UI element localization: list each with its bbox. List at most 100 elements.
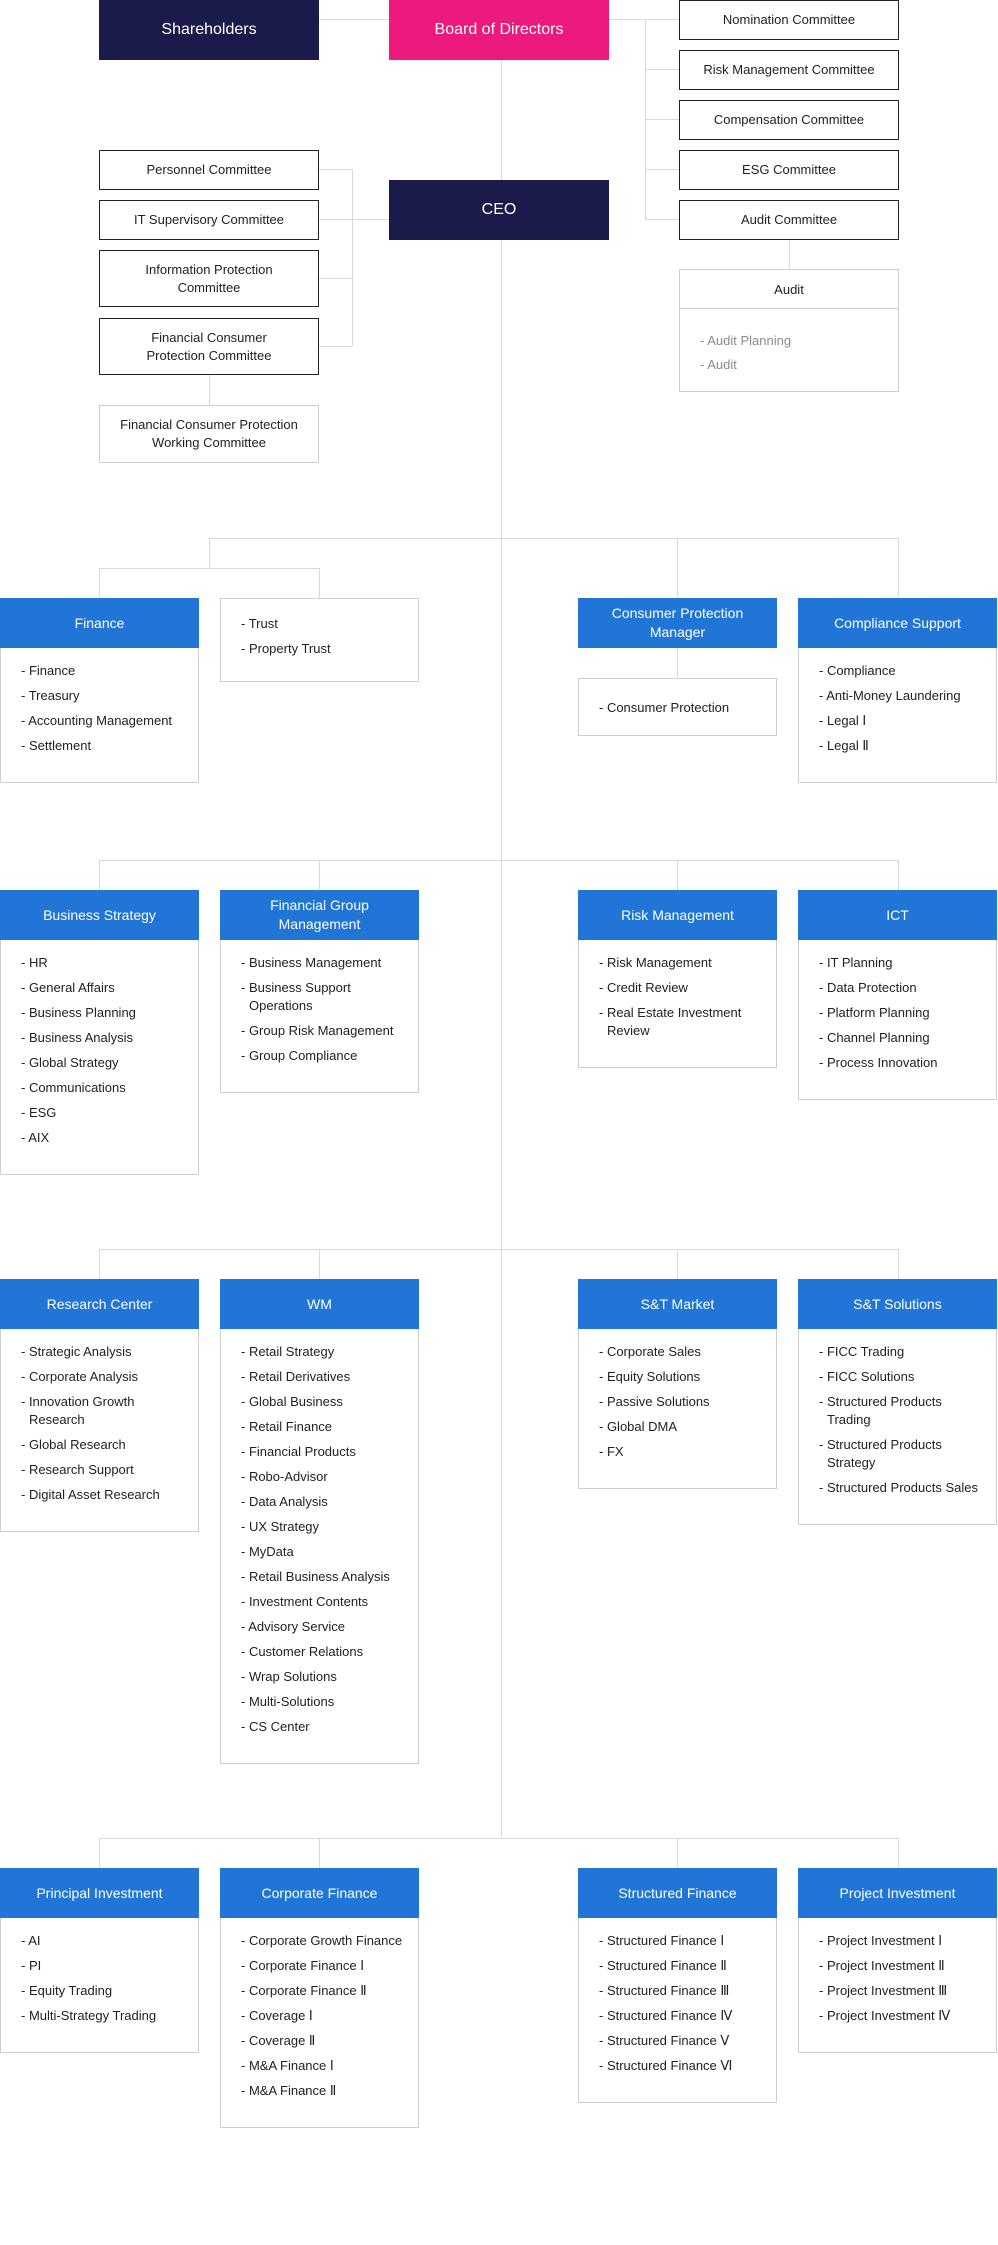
department-title: Principal Investment [0, 1868, 199, 1918]
department-finance[interactable]: Finance - Finance - Treasury - Accounting M… [0, 598, 199, 783]
unit-item: - Corporate Finance Ⅰ [241, 1958, 365, 1973]
department-title: Corporate Finance [220, 1868, 419, 1918]
connector-shareholders-board [319, 19, 389, 20]
board-of-directors-box[interactable]: Board of Directors [389, 0, 609, 60]
connector-row1-drop [319, 568, 320, 598]
personnel-committee[interactable]: Personnel Committee [99, 150, 319, 190]
unit-item: - Equity Trading [21, 1983, 113, 1998]
department-unit-list: - Corporate Growth Finance - Corporate Fi… [221, 1918, 418, 2127]
unit-item: - Accounting Management [21, 713, 173, 728]
department-business-strategy[interactable]: Business Strategy - HR - General Affairs - … [0, 890, 199, 1175]
unit-item: - Retail Strategy [241, 1344, 335, 1359]
unit-item: - Structured Finance Ⅰ [599, 1933, 725, 1948]
connector-working-committee [209, 375, 210, 405]
unit-item: - Global DMA [599, 1419, 678, 1434]
unit-item: - Settlement [21, 738, 92, 753]
unit-item: - Strategic Analysis [21, 1344, 132, 1359]
department-project-investment[interactable]: Project Investment - Project Investment Ⅰ… [798, 1868, 997, 2053]
ceo-box[interactable]: CEO [389, 180, 609, 240]
department-ict[interactable]: ICT - IT Planning - Data Protection - Platf… [798, 890, 997, 1100]
financial-consumer-protection-committee[interactable]: Financial Consumer Protection Committee [99, 318, 319, 375]
connector-row1-bus [209, 538, 898, 539]
department-unit-list: - Business Management - Business Support … [221, 940, 418, 1092]
audit-committee[interactable]: Audit Committee [679, 200, 899, 240]
unit-item: - Consumer Protection [599, 700, 730, 715]
unit-item: - FX [599, 1444, 624, 1459]
compensation-committee[interactable]: Compensation Committee [679, 100, 899, 140]
unit-item: - Project Investment Ⅳ [819, 2008, 951, 2023]
esg-committee[interactable]: ESG Committee [679, 150, 899, 190]
connector-row3-drop [99, 1249, 100, 1279]
department-title: WM [220, 1279, 419, 1329]
department-structured-finance[interactable]: Structured Finance - Structured Finance Ⅰ… [578, 1868, 777, 2103]
connector-row3-bus [99, 1249, 898, 1250]
unit-item: - PI [21, 1958, 42, 1973]
department-corporate-finance[interactable]: Corporate Finance - Corporate Growth Fina… [220, 1868, 419, 2128]
connector-row1-sub-bus [99, 568, 320, 569]
department-compliance-support[interactable]: Compliance Support - Compliance - Anti-Mon… [798, 598, 997, 783]
consumer-protection-unit-box[interactable]: - Consumer Protection [578, 678, 777, 736]
unit-item: - Business Support Operations [241, 980, 351, 1013]
connector-ceo-committee-branch [319, 219, 389, 220]
unit-item: - AIX [21, 1130, 50, 1145]
unit-item: - Group Compliance [241, 1048, 358, 1063]
unit-item: - CS Center [241, 1719, 310, 1734]
connector-row4-bus [99, 1838, 898, 1839]
unit-item: - Corporate Sales [599, 1344, 701, 1359]
audit-title: Audit [680, 270, 898, 309]
connector-row1-drop [677, 538, 678, 598]
unit-item: - Business Planning [21, 1005, 136, 1020]
risk-management-committee[interactable]: Risk Management Committee [679, 50, 899, 90]
unit-item: - Risk Management [599, 955, 712, 970]
department-consumer-protection-manager[interactable]: Consumer Protection Manager [578, 598, 777, 648]
unit-item: - Equity Solutions [599, 1369, 701, 1384]
department-principal-investment[interactable]: Principal Investment - AI - PI - Equity Tra… [0, 1868, 199, 2053]
shareholders-box[interactable]: Shareholders [99, 0, 319, 60]
department-wm[interactable]: WM - Retail Strategy - Retail Derivatives -… [220, 1279, 419, 1764]
department-research-center[interactable]: Research Center - Strategic Analysis - Cor… [0, 1279, 199, 1532]
department-unit-list: - Consumer Protection [579, 679, 776, 744]
unit-item: - Legal Ⅱ [819, 738, 869, 753]
unit-item: - FICC Trading [819, 1344, 905, 1359]
unit-item: - Wrap Solutions [241, 1669, 337, 1684]
department-unit-list: - AI - PI - Equity Trading - Multi-Strategy… [1, 1918, 198, 2052]
information-protection-committee[interactable]: Information Protection Committee [99, 250, 319, 307]
department-s-t-solutions[interactable]: S&T Solutions - FICC Trading - FICC Soluti… [798, 1279, 997, 1525]
financial-consumer-protection-working-committee[interactable]: Financial Consumer Protection Working Co… [99, 405, 319, 463]
department-unit-list: - FICC Trading - FICC Solutions - Structur… [799, 1329, 996, 1524]
unit-item: - Retail Derivatives [241, 1369, 351, 1384]
connector-row4-drop [99, 1838, 100, 1868]
department-financial-group-management[interactable]: Financial Group Management - Business Man… [220, 890, 419, 1093]
connector-board-committee-branch [645, 169, 679, 170]
audit-item: - Audit Planning [700, 333, 792, 348]
connector-audit-committee-audit [789, 240, 790, 269]
audit-item: - Audit [700, 357, 737, 372]
unit-item: - FICC Solutions [819, 1369, 915, 1384]
department-unit-list: - Risk Management - Credit Review - Real E… [579, 940, 776, 1067]
department-title: ICT [798, 890, 997, 940]
unit-item: - Treasury [21, 688, 80, 703]
department-unit-list: - Strategic Analysis - Corporate Analysis… [1, 1329, 198, 1531]
unit-item: - Process Innovation [819, 1055, 938, 1070]
department-risk-management[interactable]: Risk Management - Risk Management - Credit… [578, 890, 777, 1068]
unit-item: - Anti-Money Laundering [819, 688, 961, 703]
department-title: Finance [0, 598, 199, 648]
audit-box[interactable]: Audit - Audit Planning - Audit [679, 269, 899, 392]
unit-item: - IT Planning [819, 955, 893, 970]
unit-item: - Structured Finance Ⅱ [599, 1958, 727, 1973]
department-trust[interactable]: - Trust - Property Trust [220, 598, 419, 682]
unit-item: - Global Business [241, 1394, 343, 1409]
connector-board-committees [609, 19, 679, 20]
nomination-committee[interactable]: Nomination Committee [679, 0, 899, 40]
connector-ceo-committee-branch [319, 278, 352, 279]
department-title: Consumer Protection Manager [578, 598, 777, 648]
shareholders-label: Shareholders [161, 21, 257, 38]
unit-item: - Structured Products Strategy [819, 1437, 942, 1470]
unit-item: - Global Research [21, 1437, 126, 1452]
it-supervisory-committee[interactable]: IT Supervisory Committee [99, 200, 319, 240]
board-label: Board of Directors [434, 21, 564, 38]
connector-ceo-committee-branch [319, 346, 352, 347]
unit-item: - HR [21, 955, 48, 970]
unit-item: - Passive Solutions [599, 1394, 710, 1409]
department-s-t-market[interactable]: S&T Market - Corporate Sales - Equity Solu… [578, 1279, 777, 1489]
